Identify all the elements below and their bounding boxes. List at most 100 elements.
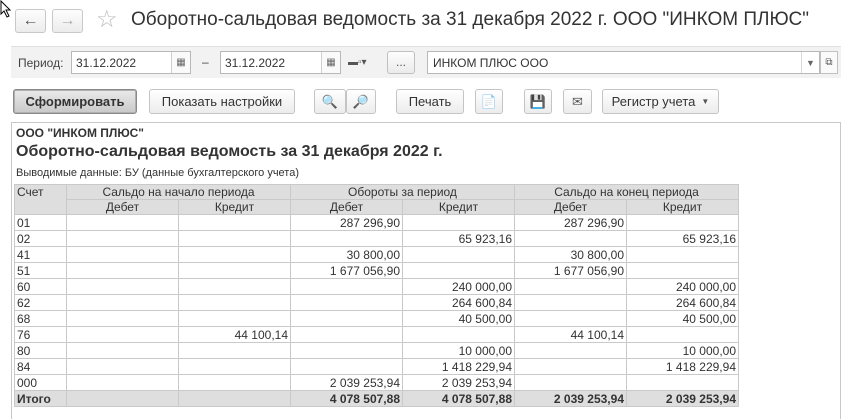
table-row[interactable]: 01 287 296,90 287 296,90 xyxy=(14,214,739,231)
amount-cell xyxy=(66,310,179,327)
open-organization-icon[interactable]: ⧉ xyxy=(820,51,838,74)
account-cell[interactable]: 62 xyxy=(14,294,67,311)
account-cell[interactable]: 01 xyxy=(14,214,67,231)
amount-cell xyxy=(514,278,627,295)
report-subtitle: Выводимые данные: БУ (данные бухгалтерск… xyxy=(16,167,299,179)
amount-cell[interactable]: 1 677 056,90 xyxy=(514,262,627,279)
save-icon: 💾 xyxy=(529,93,547,109)
amount-cell xyxy=(626,326,739,343)
amount-cell xyxy=(402,262,515,279)
account-cell[interactable]: 000 xyxy=(14,374,67,391)
account-cell[interactable]: 51 xyxy=(14,262,67,279)
amount-cell[interactable]: 65 923,16 xyxy=(402,230,515,247)
amount-cell xyxy=(290,294,403,311)
amount-cell[interactable]: 264 600,84 xyxy=(626,294,739,311)
account-cell[interactable]: 02 xyxy=(14,230,67,247)
title-bar: ← → ☆ Оборотно-сальдовая ведомость за 31… xyxy=(0,0,841,42)
print-button[interactable]: Печать xyxy=(396,89,464,114)
amount-cell[interactable]: 1 418 229,94 xyxy=(402,358,515,375)
calendar-icon[interactable]: ▦ xyxy=(171,52,190,73)
calendar-icon[interactable]: ▦ xyxy=(321,52,340,73)
amount-cell xyxy=(66,342,179,359)
account-cell[interactable]: 41 xyxy=(14,246,67,263)
favorite-star-icon[interactable]: ☆ xyxy=(96,6,118,34)
amount-cell[interactable]: 287 296,90 xyxy=(514,214,627,231)
organization-field[interactable]: ИНКОМ ПЛЮС ООО ▼ xyxy=(427,51,820,74)
send-email-button[interactable]: ✉ xyxy=(563,89,592,114)
account-cell[interactable]: 76 xyxy=(14,326,67,343)
select-period-button[interactable]: ... xyxy=(387,51,415,74)
header-turnover: Обороты за период xyxy=(290,184,515,200)
generate-button[interactable]: Сформировать xyxy=(13,89,137,114)
preview-button[interactable]: 📄 xyxy=(475,89,503,114)
header-credit: Кредит xyxy=(402,199,515,215)
chevron-down-icon[interactable]: ▼ xyxy=(801,52,819,73)
table-row[interactable]: 41 30 800,00 30 800,00 xyxy=(14,246,739,263)
amount-cell[interactable]: 287 296,90 xyxy=(290,214,403,231)
amount-cell[interactable]: 40 500,00 xyxy=(626,310,739,327)
amount-cell xyxy=(514,374,627,391)
arrow-left-icon: ← xyxy=(22,12,39,29)
total-cell: 2 039 253,94 xyxy=(514,390,627,407)
table-row[interactable]: 80 10 000,00 10 000,00 xyxy=(14,342,739,359)
amount-cell xyxy=(178,358,291,375)
registry-label: Регистр учета xyxy=(611,94,696,109)
amount-cell[interactable]: 40 500,00 xyxy=(402,310,515,327)
amount-cell[interactable]: 30 800,00 xyxy=(290,246,403,263)
total-cell xyxy=(178,390,291,407)
amount-cell[interactable]: 1 418 229,94 xyxy=(626,358,739,375)
table-row[interactable]: 02 65 923,16 65 923,16 xyxy=(14,230,739,247)
amount-cell[interactable]: 65 923,16 xyxy=(626,230,739,247)
amount-cell xyxy=(290,326,403,343)
account-cell[interactable]: 68 xyxy=(14,310,67,327)
amount-cell[interactable]: 240 000,00 xyxy=(402,278,515,295)
amount-cell[interactable]: 30 800,00 xyxy=(514,246,627,263)
table-row[interactable]: 84 1 418 229,94 1 418 229,94 xyxy=(14,358,739,375)
header-opening-balance: Сальдо на начало периода xyxy=(66,184,291,200)
date-from-field[interactable]: 31.12.2022 ▦ xyxy=(71,51,191,74)
table-row[interactable]: 68 40 500,00 40 500,00 xyxy=(14,310,739,327)
amount-cell xyxy=(66,326,179,343)
amount-cell[interactable]: 240 000,00 xyxy=(626,278,739,295)
back-button[interactable]: ← xyxy=(15,9,46,33)
table-row[interactable]: 60 240 000,00 240 000,00 xyxy=(14,278,739,295)
date-to-field[interactable]: 31.12.2022 ▦ xyxy=(220,51,341,74)
table-row[interactable]: 62 264 600,84 264 600,84 xyxy=(14,294,739,311)
total-row: Итого 4 078 507,88 4 078 507,88 2 039 25… xyxy=(14,390,739,407)
table-row[interactable]: 51 1 677 056,90 1 677 056,90 xyxy=(14,262,739,279)
account-cell[interactable]: 80 xyxy=(14,342,67,359)
amount-cell xyxy=(514,358,627,375)
show-settings-button[interactable]: Показать настройки xyxy=(149,89,295,114)
registry-dropdown-button[interactable]: Регистр учета ▼ xyxy=(602,89,719,114)
total-label: Итого xyxy=(14,390,67,407)
window-title: Оборотно-сальдовая ведомость за 31 декаб… xyxy=(131,9,809,30)
report-document: ООО "ИНКОМ ПЛЮС" Оборотно-сальдовая ведо… xyxy=(11,122,841,419)
amount-cell[interactable]: 10 000,00 xyxy=(626,342,739,359)
amount-cell[interactable]: 264 600,84 xyxy=(402,294,515,311)
search-next-button[interactable]: 🔎 xyxy=(346,89,376,114)
amount-cell xyxy=(626,214,739,231)
amount-cell[interactable]: 2 039 253,94 xyxy=(290,374,403,391)
amount-cell[interactable]: 44 100,14 xyxy=(514,326,627,343)
balance-sheet-table: Счет Сальдо на начало периода Обороты за… xyxy=(14,184,739,407)
amount-cell xyxy=(178,246,291,263)
account-cell[interactable]: 84 xyxy=(14,358,67,375)
table-row[interactable]: 000 2 039 253,94 2 039 253,94 xyxy=(14,374,739,391)
account-cell[interactable]: 60 xyxy=(14,278,67,295)
amount-cell[interactable]: 10 000,00 xyxy=(402,342,515,359)
search-button[interactable]: 🔍 xyxy=(314,89,346,114)
period-separator: – xyxy=(202,55,209,69)
amount-cell[interactable]: 1 677 056,90 xyxy=(290,262,403,279)
amount-cell xyxy=(66,278,179,295)
amount-cell xyxy=(178,342,291,359)
total-cell xyxy=(66,390,179,407)
amount-cell xyxy=(66,374,179,391)
amount-cell xyxy=(178,374,291,391)
amount-cell xyxy=(514,294,627,311)
forward-button[interactable]: → xyxy=(52,9,83,33)
period-variant-dropdown[interactable]: ▬▫▾ xyxy=(348,57,367,68)
amount-cell[interactable]: 44 100,14 xyxy=(178,326,291,343)
save-button[interactable]: 💾 xyxy=(524,89,552,114)
amount-cell[interactable]: 2 039 253,94 xyxy=(402,374,515,391)
table-row[interactable]: 76 44 100,14 44 100,14 xyxy=(14,326,739,343)
